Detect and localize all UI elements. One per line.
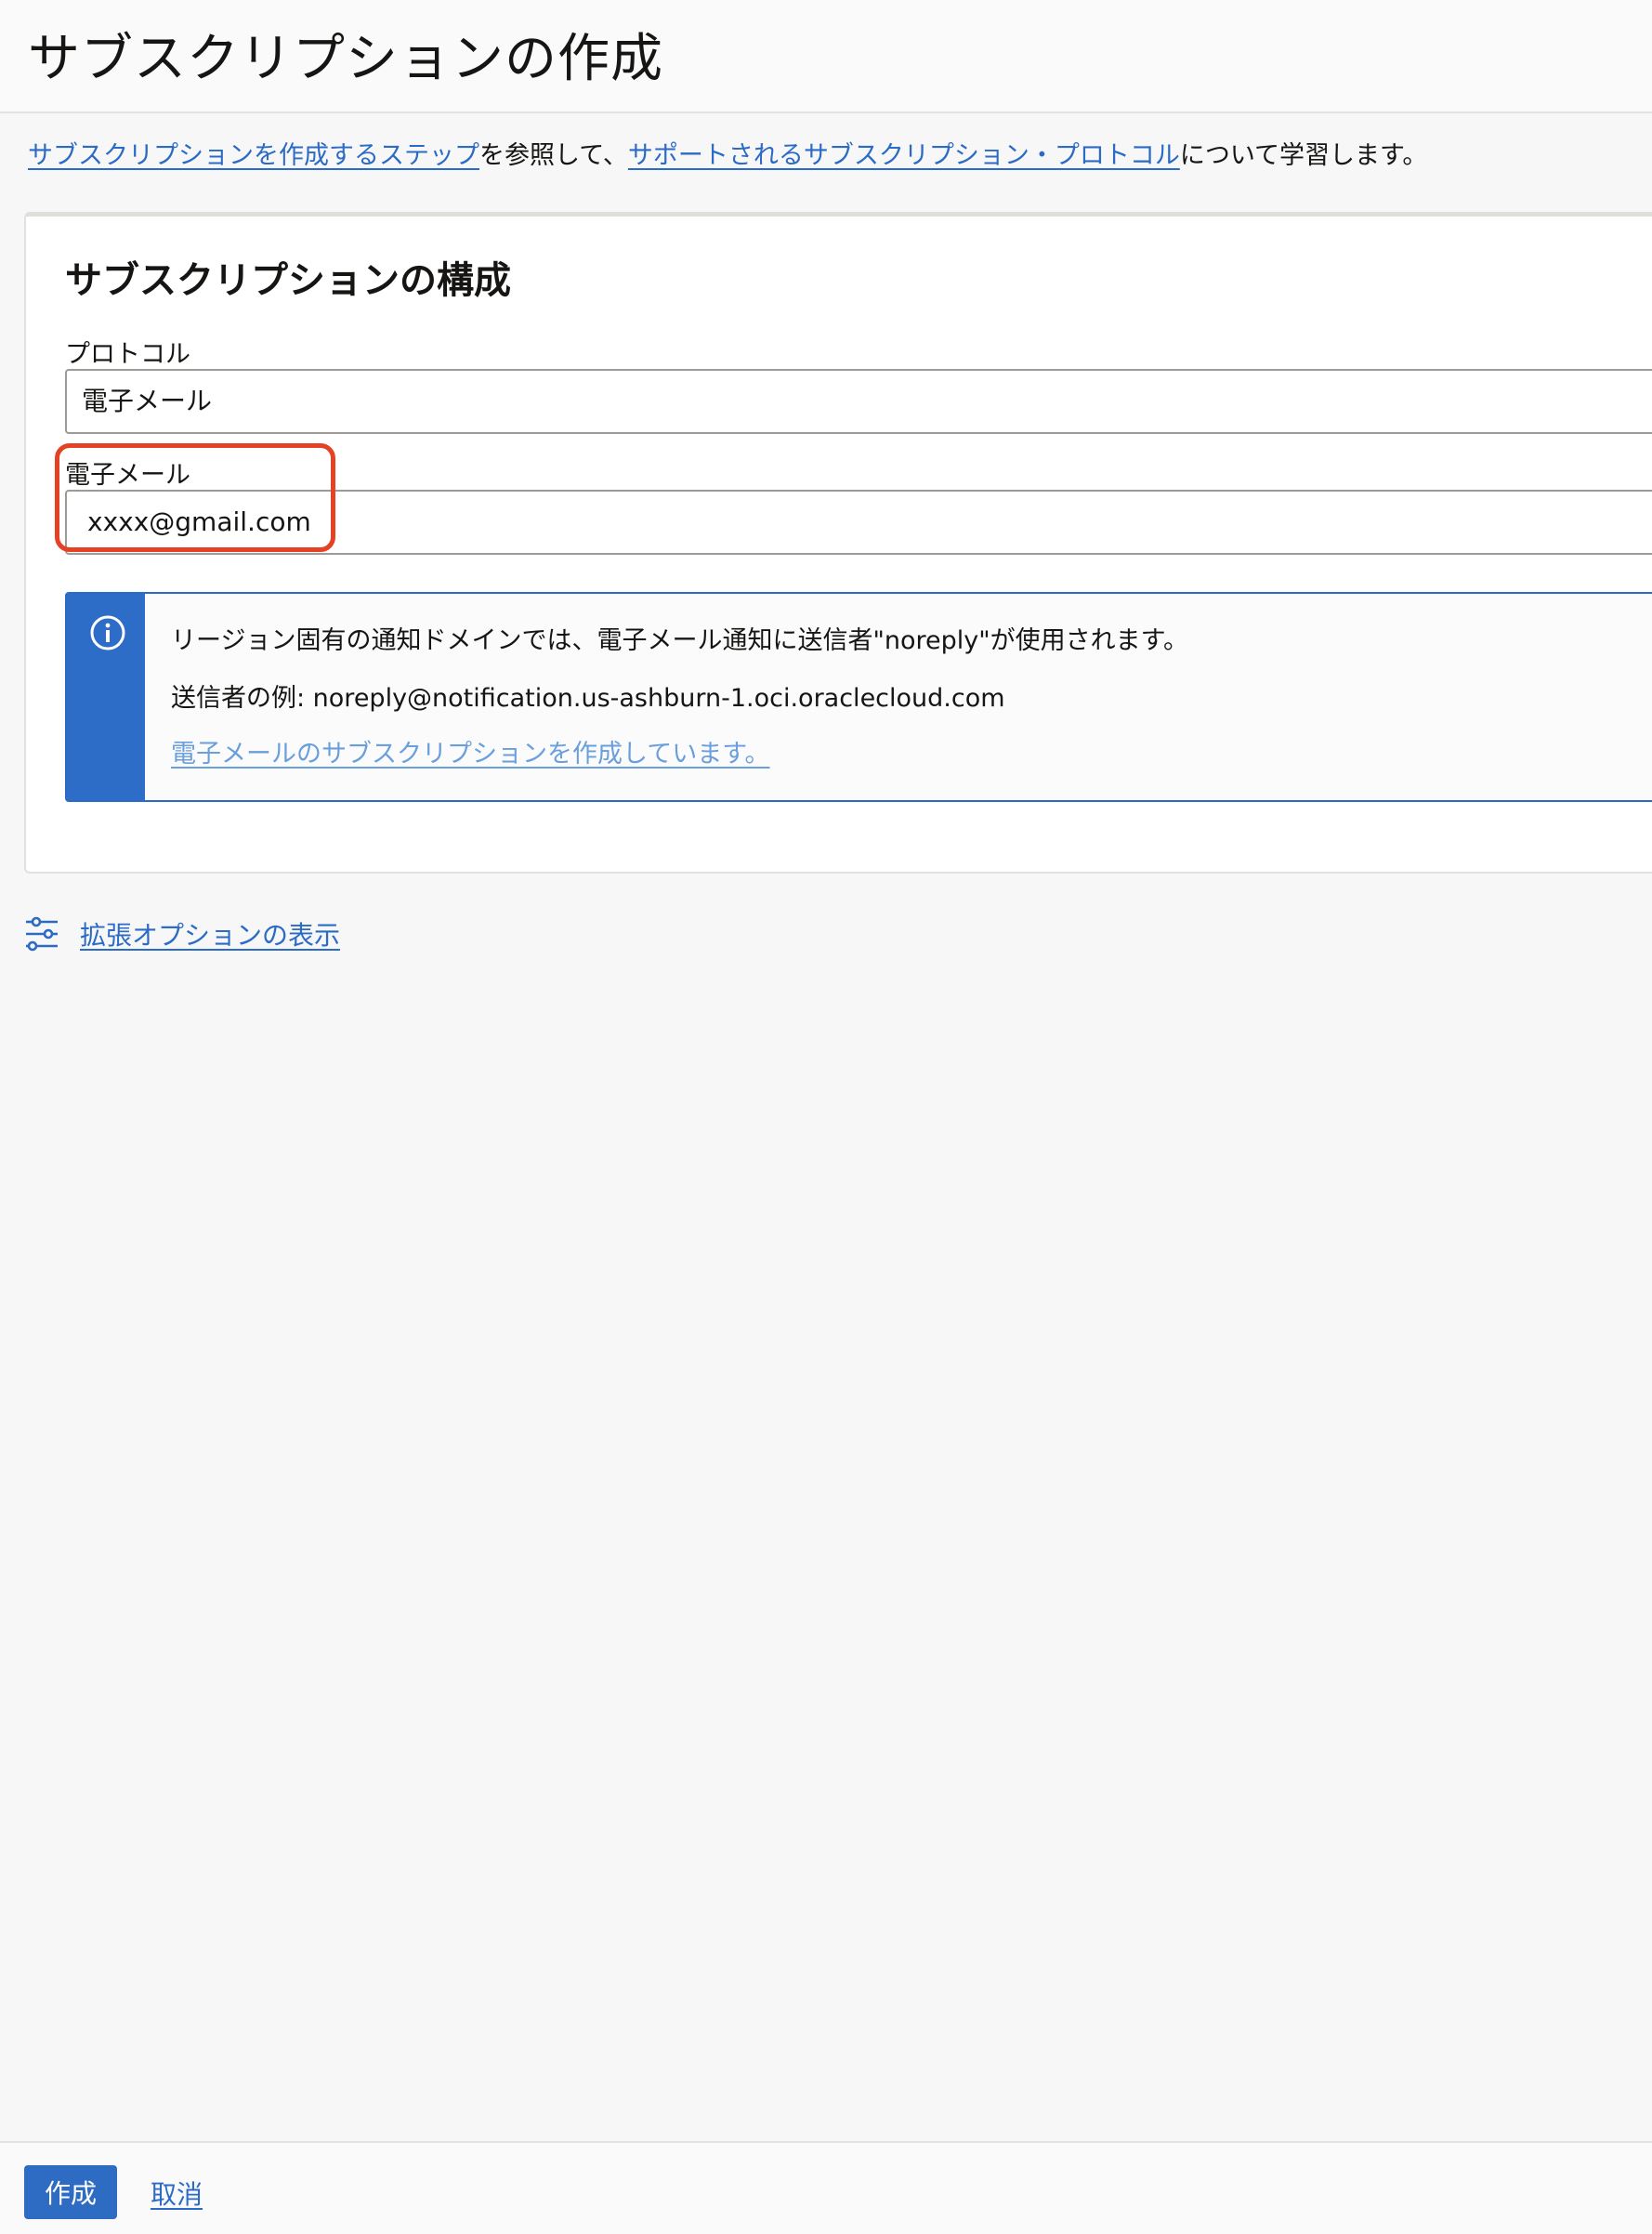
cancel-link[interactable]: 取消	[151, 2175, 203, 2212]
page-header: サブスクリプションの作成	[0, 0, 1652, 113]
protocol-select[interactable]: 電子メール	[65, 369, 1652, 434]
sliders-icon	[26, 916, 58, 952]
page-title: サブスクリプションの作成	[28, 29, 663, 89]
subscription-config-card: サブスクリプションの構成 プロトコル 電子メール 電子メール xxxx@gmai…	[24, 212, 1652, 874]
subscription-steps-link[interactable]: サブスクリプションを作成するステップ	[28, 141, 479, 170]
info-message: リージョン固有の通知ドメインでは、電子メール通知に送信者"noreply"が使用…	[65, 592, 1652, 802]
email-label: 電子メール	[65, 461, 190, 490]
email-input[interactable]: xxxx@gmail.com	[65, 490, 1652, 555]
create-subscription-page: サブスクリプションの作成 サブスクリプションを作成するステップを参照して、サポー…	[0, 0, 1652, 2234]
advanced-options-label[interactable]: 拡張オプションの表示	[80, 915, 340, 953]
info-icon	[90, 615, 125, 650]
info-line-2: 送信者の例: noreply@notification.us-ashburn-1…	[171, 684, 1005, 713]
create-email-subscription-link[interactable]: 電子メールのサブスクリプションを作成しています。	[171, 740, 770, 769]
protocol-label: プロトコル	[65, 340, 190, 369]
card-title: サブスクリプションの構成	[65, 259, 511, 302]
show-advanced-options[interactable]: 拡張オプションの表示	[24, 913, 340, 955]
supported-protocols-link[interactable]: サポートされるサブスクリプション・プロトコル	[628, 141, 1180, 170]
create-button[interactable]: 作成	[24, 2165, 117, 2219]
intro-text: サブスクリプションを作成するステップを参照して、サポートされるサブスクリプション…	[28, 135, 1427, 171]
intro-text-part2: について学習します。	[1179, 141, 1428, 170]
page-footer: 作成 取消	[0, 2141, 1652, 2234]
info-stripe	[67, 594, 145, 800]
info-line-1: リージョン固有の通知ドメインでは、電子メール通知に送信者"noreply"が使用…	[171, 626, 1188, 655]
intro-text-part1: を参照して、	[479, 141, 628, 170]
